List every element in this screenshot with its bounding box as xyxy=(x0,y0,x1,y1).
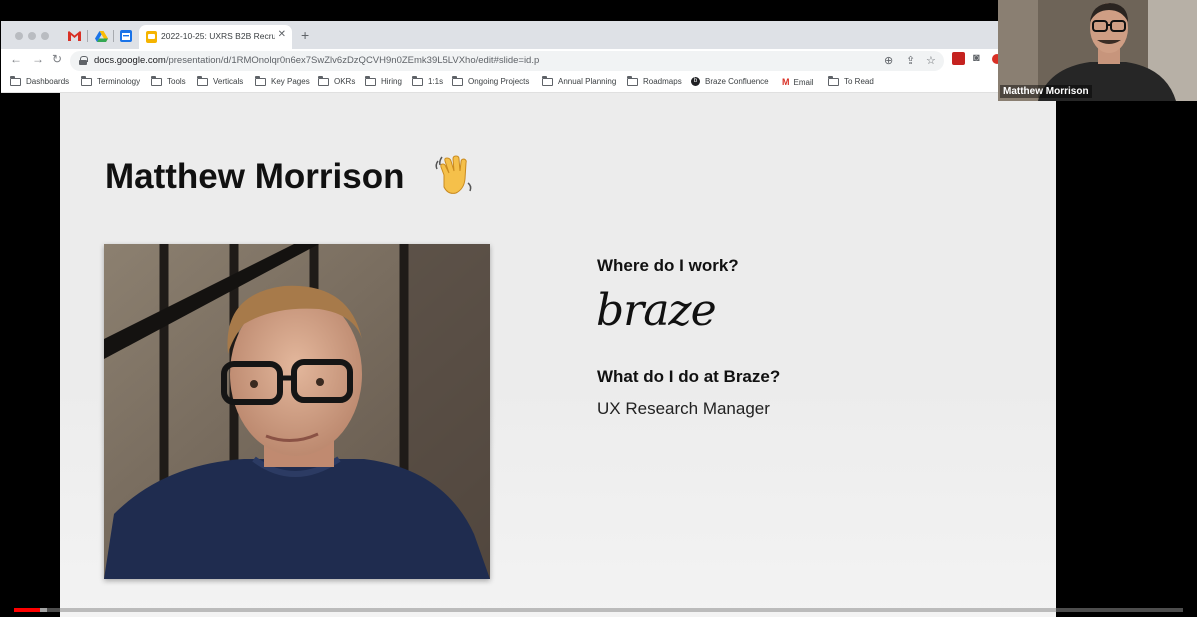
minimize-window-icon[interactable] xyxy=(28,32,36,40)
presentation-slide[interactable]: Matthew Morrison Where do I work? braze … xyxy=(60,93,1056,617)
bookmark-dashboards[interactable]: Dashboards xyxy=(10,75,69,86)
role-heading: What do I do at Braze? xyxy=(597,367,781,386)
slide-title: Matthew Morrison xyxy=(105,157,405,196)
folder-icon xyxy=(542,75,553,86)
bookmark-to-read[interactable]: To Read xyxy=(828,75,874,86)
bookmark-star-icon[interactable]: ☆ xyxy=(926,54,936,67)
folder-icon xyxy=(197,75,208,86)
gmail-icon xyxy=(67,31,81,41)
profile-photo xyxy=(104,244,490,579)
calendar-icon xyxy=(120,30,132,42)
zoom-icon[interactable]: ⊕ xyxy=(884,54,893,67)
bookmark-hiring[interactable]: Hiring xyxy=(365,75,402,86)
url-text[interactable]: docs.google.com/presentation/d/1RMOnolqr… xyxy=(94,55,539,66)
participant-name-label: Matthew Morrison xyxy=(1000,85,1092,98)
folder-icon xyxy=(255,75,266,86)
bookmark-1-1s[interactable]: 1:1s xyxy=(412,75,443,86)
folder-icon xyxy=(151,75,162,86)
folder-icon xyxy=(828,75,839,86)
new-tab-icon[interactable]: + xyxy=(301,28,309,42)
bookmark-annual-planning[interactable]: Annual Planning xyxy=(542,75,616,86)
tab-slides[interactable]: 2022-10-25: UXRS B2B Recrui ✕ xyxy=(139,25,292,49)
drive-pinned-tab[interactable] xyxy=(92,27,110,45)
camera-icon[interactable]: ◙ xyxy=(973,52,980,64)
browser-toolbar: ← → ↻ docs.google.com/presentation/d/1RM… xyxy=(1,49,1001,73)
played-bar xyxy=(14,608,40,612)
close-window-icon[interactable] xyxy=(15,32,23,40)
bookmark-terminology[interactable]: Terminology xyxy=(81,75,140,86)
folder-icon xyxy=(452,75,463,86)
folder-icon xyxy=(365,75,376,86)
google-drive-icon xyxy=(94,30,108,42)
bookmark-email[interactable]: M Email xyxy=(782,77,814,87)
where-work-heading: Where do I work? xyxy=(597,256,739,275)
gmail-pinned-tab[interactable] xyxy=(65,27,83,45)
back-icon[interactable]: ← xyxy=(10,52,22,66)
braze-icon: b xyxy=(691,77,700,86)
waving-hand-icon xyxy=(435,155,472,194)
tab-strip: 2022-10-25: UXRS B2B Recrui ✕ + xyxy=(1,21,1001,49)
folder-icon xyxy=(627,75,638,86)
folder-icon xyxy=(318,75,329,86)
bookmark-okrs[interactable]: OKRs xyxy=(318,75,355,86)
address-bar[interactable]: docs.google.com/presentation/d/1RMOnolqr… xyxy=(70,51,944,71)
braze-logo: braze xyxy=(596,285,717,336)
participant-video[interactable]: Matthew Morrison xyxy=(998,0,1197,101)
forward-icon[interactable]: → xyxy=(32,52,44,66)
bookmark-verticals[interactable]: Verticals xyxy=(197,75,243,86)
bookmark-key-pages[interactable]: Key Pages xyxy=(255,75,310,86)
bookmark-ongoing-projects[interactable]: Ongoing Projects xyxy=(452,75,529,86)
video-progress-bar[interactable] xyxy=(14,608,1183,612)
browser-window: 2022-10-25: UXRS B2B Recrui ✕ + ← → ↻ do… xyxy=(1,21,1001,93)
maximize-window-icon[interactable] xyxy=(41,32,49,40)
extension-icon[interactable] xyxy=(952,52,965,65)
calendar-pinned-tab[interactable] xyxy=(117,27,135,45)
bookmarks-bar: Dashboards Terminology Tools Verticals K… xyxy=(1,73,1001,93)
bookmark-braze-confluence[interactable]: b Braze Confluence xyxy=(691,77,769,86)
gmail-icon: M xyxy=(782,77,790,87)
bookmark-roadmaps[interactable]: Roadmaps xyxy=(627,75,682,86)
share-icon[interactable]: ⇪ xyxy=(906,54,915,67)
reload-icon[interactable]: ↻ xyxy=(52,52,62,66)
google-slides-icon xyxy=(146,31,157,43)
folder-icon xyxy=(10,75,21,86)
tab-title: 2022-10-25: UXRS B2B Recrui xyxy=(161,31,275,41)
folder-icon xyxy=(412,75,423,86)
portrait-image xyxy=(104,244,490,579)
close-tab-icon[interactable]: ✕ xyxy=(278,29,286,40)
role-text: UX Research Manager xyxy=(597,399,770,418)
bookmark-tools[interactable]: Tools xyxy=(151,75,186,86)
lock-icon[interactable] xyxy=(79,56,88,65)
folder-icon xyxy=(81,75,92,86)
